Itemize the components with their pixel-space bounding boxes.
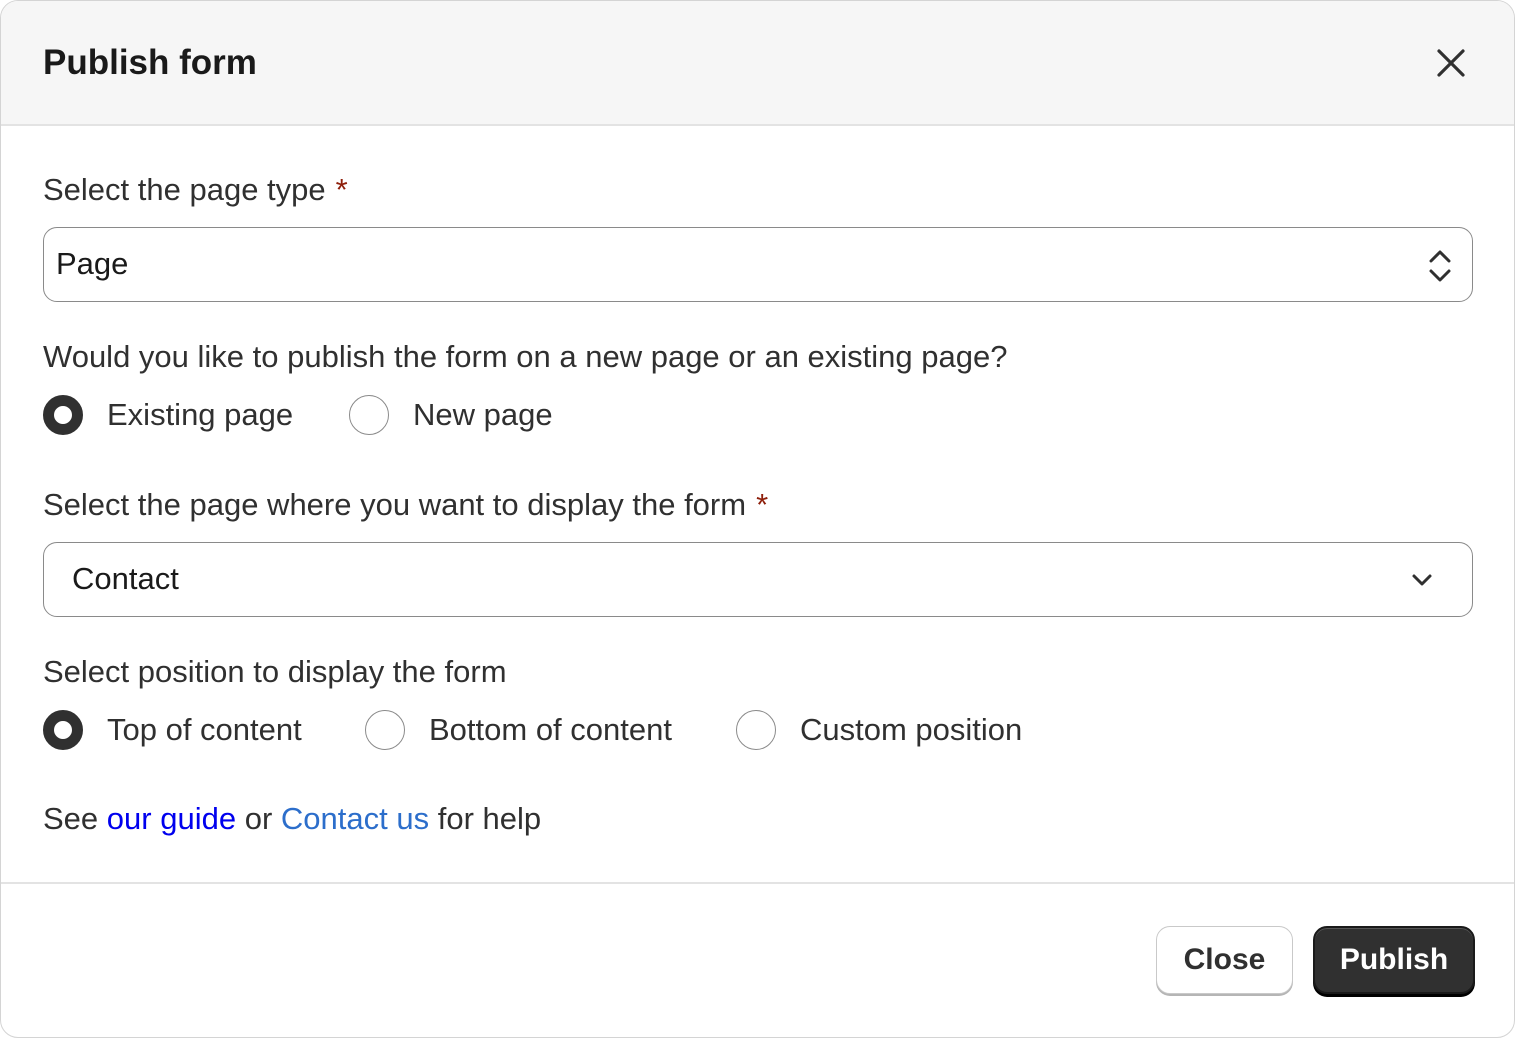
radio-new-page-label: New page <box>413 397 553 432</box>
publish-form-dialog: Publish form Select the page type * Page … <box>0 0 1515 1038</box>
publish-target-radio-group: Existing page New page <box>43 395 643 441</box>
radio-custom-position-label: Custom position <box>800 712 1023 747</box>
position-radio-group: Top of content Bottom of content Custom … <box>43 710 1093 756</box>
page-select-value: Contact <box>72 561 179 596</box>
radio-bottom-of-content-indicator[interactable] <box>365 710 405 750</box>
radio-bottom-of-content-label: Bottom of content <box>429 712 672 747</box>
page-type-value: Page <box>56 246 129 281</box>
select-arrows-icon <box>1427 248 1453 289</box>
publish-button[interactable]: Publish <box>1313 926 1475 994</box>
radio-existing-page-indicator[interactable] <box>43 395 83 435</box>
help-middle: or <box>244 801 273 836</box>
radio-custom-position-indicator[interactable] <box>736 710 776 750</box>
required-mark: * <box>756 487 769 522</box>
help-suffix: for help <box>437 801 542 836</box>
radio-top-of-content-indicator[interactable] <box>43 710 83 750</box>
help-text: See our guide or Contact us for help <box>43 801 541 837</box>
our-guide-link[interactable]: our guide <box>107 801 236 836</box>
dialog-title: Publish form <box>43 43 257 82</box>
dialog-header: Publish form <box>1 1 1514 126</box>
page-type-label: Select the page type * <box>43 172 348 208</box>
footer-divider <box>1 882 1514 884</box>
required-mark: * <box>335 172 348 207</box>
page-select-label: Select the page where you want to displa… <box>43 487 768 523</box>
page-type-label-text: Select the page type <box>43 172 326 207</box>
page-select[interactable]: Contact <box>43 542 1473 617</box>
position-label: Select position to display the form <box>43 654 507 689</box>
page-type-select[interactable]: Page <box>43 227 1473 302</box>
contact-us-link[interactable]: Contact us <box>281 801 429 836</box>
publish-target-question: Would you like to publish the form on a … <box>43 339 1008 374</box>
close-button[interactable]: Close <box>1156 926 1293 994</box>
chevron-down-icon <box>1410 570 1434 595</box>
radio-new-page-indicator[interactable] <box>349 395 389 435</box>
radio-existing-page-label: Existing page <box>107 397 294 432</box>
help-prefix: See <box>43 801 99 836</box>
radio-top-of-content-label: Top of content <box>107 712 302 747</box>
close-icon[interactable] <box>1429 41 1473 85</box>
page-select-label-text: Select the page where you want to displa… <box>43 487 747 522</box>
